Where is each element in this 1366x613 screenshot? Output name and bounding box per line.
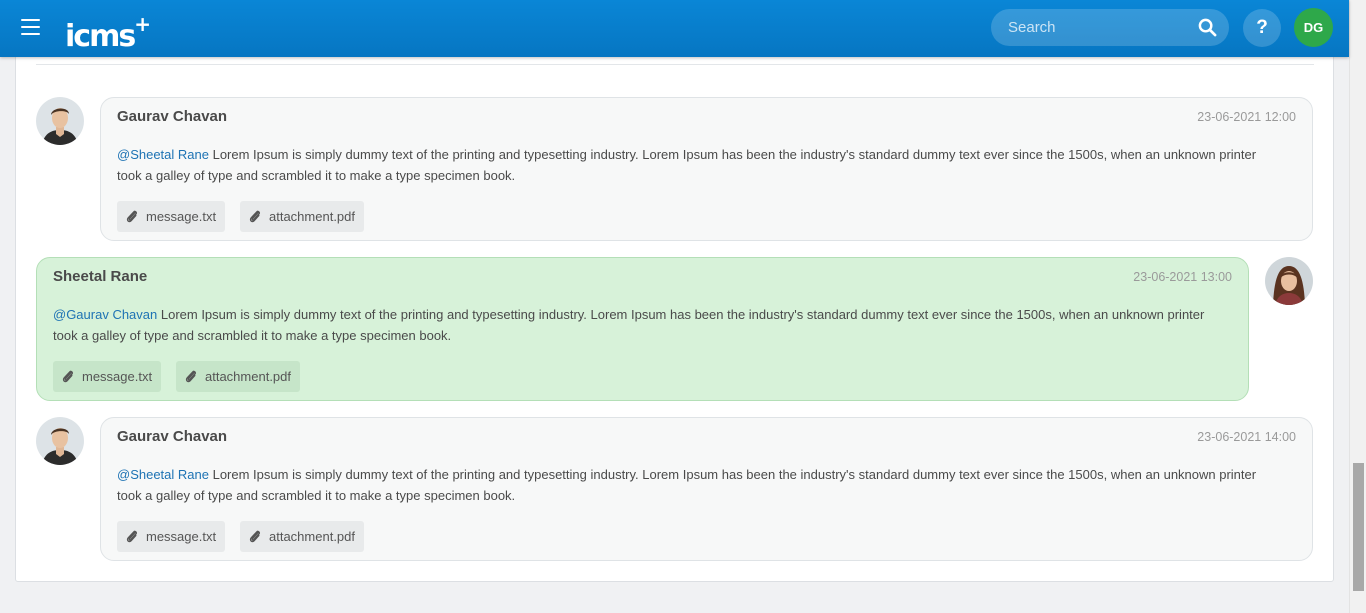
message-sender: Sheetal Rane	[53, 268, 148, 285]
attachment-name: message.txt	[82, 369, 153, 384]
gaurav-avatar	[36, 97, 84, 145]
message-text: @Sheetal Rane Lorem Ipsum is simply dumm…	[117, 464, 1278, 506]
top-navbar: icms+ ? DG	[0, 0, 1349, 57]
mention-link[interactable]: @Gaurav Chavan	[53, 307, 157, 322]
paperclip-icon	[185, 370, 196, 383]
paperclip-icon	[62, 370, 73, 383]
attachment-chip[interactable]: message.txt	[53, 361, 162, 392]
mention-link[interactable]: @Sheetal Rane	[117, 467, 209, 482]
attachment-chip[interactable]: attachment.pdf	[240, 201, 364, 232]
logo-plus: +	[134, 12, 151, 36]
message-body: Lorem Ipsum is simply dummy text of the …	[53, 307, 1205, 343]
attachment-chip[interactable]: message.txt	[117, 521, 226, 552]
attachment-name: message.txt	[146, 209, 217, 224]
message-text: @Gaurav Chavan Lorem Ipsum is simply dum…	[53, 304, 1214, 346]
app-logo[interactable]: icms+	[65, 10, 151, 55]
attachment-name: attachment.pdf	[269, 529, 355, 544]
user-avatar-button[interactable]: DG	[1294, 8, 1333, 47]
message-bubble: Gaurav Chavan 23-06-2021 12:00 @Sheetal …	[100, 97, 1313, 241]
attachment-name: attachment.pdf	[269, 209, 355, 224]
attachment-chip[interactable]: attachment.pdf	[176, 361, 300, 392]
attachment-name: attachment.pdf	[205, 369, 291, 384]
message-bubble-own: Sheetal Rane 23-06-2021 13:00 @Gaurav Ch…	[36, 257, 1249, 401]
logo-text: icms	[65, 19, 136, 54]
message-bubble: Gaurav Chavan 23-06-2021 14:00 @Sheetal …	[100, 417, 1313, 561]
message-text: @Sheetal Rane Lorem Ipsum is simply dumm…	[117, 144, 1278, 186]
search-box	[991, 9, 1229, 46]
message-timestamp: 23-06-2021 13:00	[1133, 270, 1232, 284]
message-body: Lorem Ipsum is simply dummy text of the …	[117, 147, 1257, 183]
attachment-name: message.txt	[146, 529, 217, 544]
mention-link[interactable]: @Sheetal Rane	[117, 147, 209, 162]
search-input[interactable]	[991, 9, 1191, 46]
card-divider	[36, 64, 1314, 65]
message-sender: Gaurav Chavan	[117, 108, 228, 125]
paperclip-icon	[249, 530, 260, 543]
message-timestamp: 23-06-2021 14:00	[1197, 430, 1296, 444]
message-body: Lorem Ipsum is simply dummy text of the …	[117, 467, 1257, 503]
page-scrollbar[interactable]	[1349, 0, 1366, 613]
search-icon[interactable]	[1198, 18, 1217, 37]
sheetal-avatar	[1265, 257, 1313, 305]
attachment-chip[interactable]: attachment.pdf	[240, 521, 364, 552]
message-sender: Gaurav Chavan	[117, 428, 228, 445]
paperclip-icon	[249, 210, 260, 223]
help-button[interactable]: ?	[1243, 9, 1281, 47]
scrollbar-thumb[interactable]	[1353, 463, 1364, 591]
attachment-chip[interactable]: message.txt	[117, 201, 226, 232]
paperclip-icon	[126, 530, 137, 543]
paperclip-icon	[126, 210, 137, 223]
message-timestamp: 23-06-2021 12:00	[1197, 110, 1296, 124]
hamburger-menu-icon[interactable]	[21, 19, 40, 36]
gaurav-avatar	[36, 417, 84, 465]
